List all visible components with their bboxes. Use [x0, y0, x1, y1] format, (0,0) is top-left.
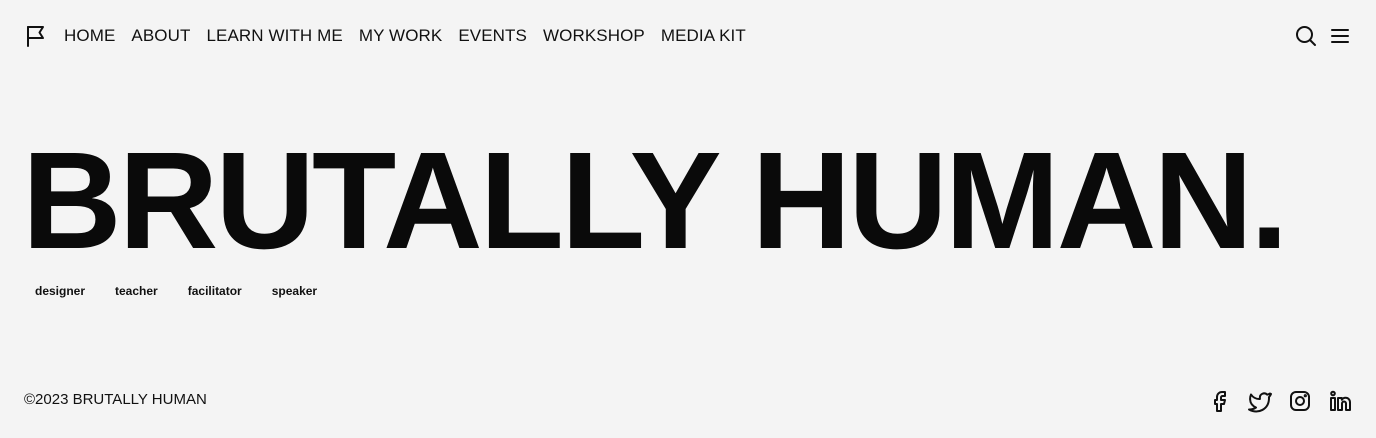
main-nav: HOME ABOUT LEARN WITH ME MY WORK EVENTS …	[64, 26, 746, 46]
tag-speaker: speaker	[271, 284, 318, 298]
tag-designer: designer	[35, 284, 86, 298]
facebook-icon[interactable]	[1208, 389, 1232, 413]
nav-item-workshop[interactable]: WORKSHOP	[543, 26, 645, 46]
search-icon[interactable]	[1294, 24, 1318, 48]
copyright-text: ©2023 BRUTALLY HUMAN	[24, 391, 207, 408]
nav-item-home[interactable]: HOME	[64, 26, 115, 46]
nav-item-learn-with-me[interactable]: LEARN WITH ME	[206, 26, 342, 46]
hero-title: BRUTALLY HUMAN.	[22, 124, 1288, 278]
nav-item-about[interactable]: ABOUT	[131, 26, 190, 46]
flag-icon[interactable]	[24, 24, 48, 48]
tag-teacher: teacher	[115, 284, 158, 298]
nav-item-events[interactable]: EVENTS	[458, 26, 527, 46]
linkedin-icon[interactable]	[1328, 389, 1352, 413]
page: HOME ABOUT LEARN WITH ME MY WORK EVENTS …	[0, 0, 1376, 438]
instagram-icon[interactable]	[1288, 389, 1312, 413]
social-links	[1208, 389, 1352, 413]
nav-item-my-work[interactable]: MY WORK	[359, 26, 443, 46]
nav-item-media-kit[interactable]: MEDIA KIT	[661, 26, 746, 46]
menu-icon[interactable]	[1328, 24, 1352, 48]
header-actions	[1294, 24, 1352, 48]
role-tags: designer teacher facilitator speaker	[24, 280, 328, 302]
tag-facilitator: facilitator	[187, 284, 242, 298]
twitter-icon[interactable]	[1248, 389, 1272, 413]
